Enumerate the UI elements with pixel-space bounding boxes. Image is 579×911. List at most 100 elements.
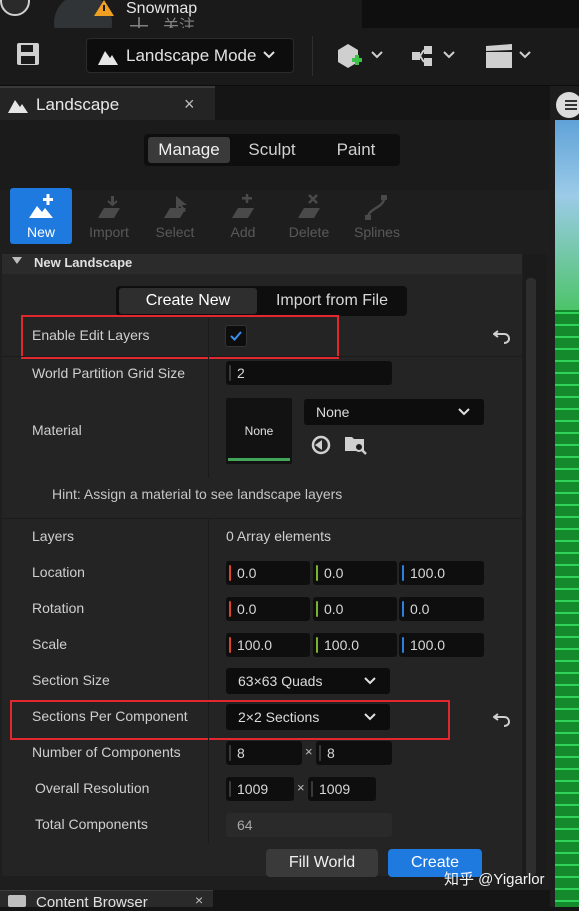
column-divider <box>208 591 209 627</box>
close-icon[interactable]: × <box>184 94 195 115</box>
rotation-z-value: 0.0 <box>410 601 430 617</box>
reset-icon[interactable] <box>493 711 511 727</box>
add-tool-label: Add <box>230 224 256 240</box>
import-tool-label: Import <box>89 224 129 240</box>
section-size-label: Section Size <box>32 672 110 688</box>
column-divider <box>208 392 209 478</box>
mode-selector-button[interactable]: Landscape Mode <box>86 38 294 73</box>
fill-world-button[interactable]: Fill World <box>266 849 378 877</box>
section-size-dropdown[interactable]: 63×63 Quads <box>226 668 390 694</box>
unreal-logo-icon[interactable] <box>0 0 30 16</box>
rotation-label: Rotation <box>32 600 85 616</box>
scale-x-value: 100.0 <box>237 637 273 653</box>
tab-sculpt[interactable]: Sculpt <box>234 137 310 163</box>
source-toggle: Create New Import from File <box>116 286 407 316</box>
highlight-box-sections-per-component <box>10 700 450 740</box>
tab-paint[interactable]: Paint <box>316 137 396 163</box>
world-partition-grid-size-input[interactable]: 2 <box>226 361 392 385</box>
import-icon <box>94 194 124 220</box>
resolution-y-input[interactable]: 1009 <box>308 777 376 801</box>
world-partition-grid-size-label: World Partition Grid Size <box>32 365 186 381</box>
scale-x-input[interactable]: 100.0 <box>226 633 310 657</box>
rotation-y-value: 0.0 <box>324 601 344 617</box>
location-label: Location <box>32 564 85 580</box>
close-icon[interactable]: × <box>195 892 203 908</box>
column-divider <box>208 627 209 663</box>
new-landscape-icon <box>27 194 55 220</box>
material-thumbnail[interactable]: None <box>226 398 292 464</box>
world-partition-grid-size-value: 2 <box>237 365 245 381</box>
components-x-input[interactable]: 8 <box>226 741 302 765</box>
column-divider <box>208 735 209 771</box>
new-tool-label: New <box>26 224 55 240</box>
material-label: Material <box>32 422 82 438</box>
section-size-value: 63×63 Quads <box>238 673 323 689</box>
landscape-mode-icon <box>98 47 118 65</box>
scale-z-value: 100.0 <box>410 637 446 653</box>
delete-tool-label: Delete <box>288 224 330 240</box>
highlight-box-edit-layers <box>21 315 339 359</box>
rotation-x-value: 0.0 <box>237 601 257 617</box>
viewport-menu-icon[interactable] <box>556 92 579 118</box>
scale-label: Scale <box>32 636 68 652</box>
section-header-new-landscape[interactable]: New Landscape <box>2 254 522 274</box>
tab-landscape[interactable]: Landscape × <box>0 86 215 120</box>
material-dropdown[interactable]: None <box>304 399 484 425</box>
use-selected-asset-icon[interactable] <box>310 434 332 456</box>
new-tool-button[interactable]: New <box>10 188 72 244</box>
splines-tool-button[interactable]: Splines <box>346 188 408 244</box>
viewport-sky <box>555 120 579 310</box>
components-y-value: 8 <box>327 745 335 761</box>
title-bar: 十 关注 Snowmap <box>0 0 579 52</box>
column-divider <box>208 555 209 591</box>
chevron-down-icon <box>263 51 275 59</box>
scale-y-value: 100.0 <box>324 637 360 653</box>
components-separator: × <box>305 744 313 759</box>
blueprint-icon[interactable] <box>410 42 458 72</box>
scale-z-input[interactable]: 100.0 <box>399 633 484 657</box>
add-tool-button[interactable]: Add <box>212 188 274 244</box>
delete-tool-button[interactable]: Delete <box>278 188 340 244</box>
rotation-x-input[interactable]: 0.0 <box>226 597 310 621</box>
browse-asset-icon[interactable] <box>344 433 368 455</box>
select-tool-button[interactable]: Select <box>144 188 206 244</box>
tab-content-browser[interactable]: Content Browser × <box>0 890 213 911</box>
scale-y-input[interactable]: 100.0 <box>313 633 397 657</box>
resolution-separator: × <box>297 780 305 795</box>
layers-value: 0 Array elements <box>226 528 332 544</box>
column-divider <box>208 771 209 807</box>
scrollbar-thumb[interactable] <box>526 278 536 876</box>
cinematics-icon[interactable] <box>484 42 532 72</box>
location-y-input[interactable]: 0.0 <box>313 561 397 585</box>
chevron-down-icon <box>458 408 470 416</box>
title-bar-dark-area <box>362 0 579 28</box>
toggle-import-from-file[interactable]: Import from File <box>260 288 404 314</box>
rotation-z-input[interactable]: 0.0 <box>399 597 484 621</box>
column-divider <box>208 663 209 699</box>
total-components-value: 64 <box>226 813 392 837</box>
material-dropdown-value: None <box>316 404 350 420</box>
location-y-value: 0.0 <box>324 565 344 581</box>
add-actor-icon[interactable] <box>336 42 384 72</box>
column-divider <box>208 356 209 392</box>
total-components-label: Total Components <box>35 816 148 832</box>
main-toolbar: Landscape Mode <box>0 28 579 86</box>
save-icon[interactable] <box>15 41 41 67</box>
collapse-arrow-icon <box>12 257 22 265</box>
tab-manage[interactable]: Manage <box>148 137 230 163</box>
components-y-input[interactable]: 8 <box>316 741 392 765</box>
location-x-input[interactable]: 0.0 <box>226 561 310 585</box>
import-tool-button[interactable]: Import <box>78 188 140 244</box>
overall-resolution-label: Overall Resolution <box>35 780 150 796</box>
resolution-x-input[interactable]: 1009 <box>226 777 294 801</box>
mode-tab-group: Manage Sculpt Paint <box>144 134 400 166</box>
content-browser-icon <box>8 895 26 907</box>
location-z-input[interactable]: 100.0 <box>399 561 484 585</box>
material-thumbnail-text: None <box>244 424 274 438</box>
project-name: Snowmap <box>126 0 198 17</box>
project-warning-icon <box>94 0 114 16</box>
toggle-create-new[interactable]: Create New <box>119 288 257 314</box>
reset-icon[interactable] <box>493 328 511 344</box>
tab-landscape-label: Landscape <box>36 95 120 114</box>
rotation-y-input[interactable]: 0.0 <box>313 597 397 621</box>
